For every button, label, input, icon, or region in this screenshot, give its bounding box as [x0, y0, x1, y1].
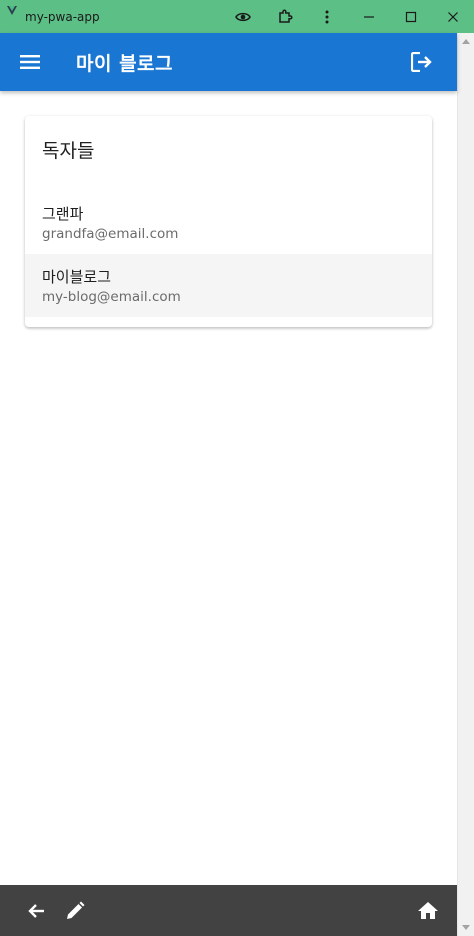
more-options-button[interactable]	[306, 0, 348, 33]
close-icon	[448, 11, 458, 22]
menu-button[interactable]	[0, 33, 60, 91]
arrow-back-icon	[28, 903, 44, 918]
puzzle-icon	[279, 9, 293, 23]
menu-icon	[20, 55, 40, 69]
list-item-my-blog[interactable]: 마이블로그 my-blog@email.com	[25, 254, 432, 317]
vue-logo-icon	[7, 5, 17, 15]
card-title: 독자들	[42, 140, 95, 162]
scroll-up-arrow-icon[interactable]	[462, 39, 470, 44]
home-icon	[418, 902, 438, 919]
bottom-bar	[0, 885, 457, 936]
logout-button[interactable]	[399, 33, 445, 91]
page-title: 마이 블로그	[76, 52, 174, 75]
window-controls	[222, 0, 474, 33]
eye-icon	[235, 12, 251, 21]
back-button[interactable]	[18, 885, 54, 936]
scroll-down-arrow-icon[interactable]	[462, 925, 470, 930]
app-bar: 마이 블로그	[0, 33, 457, 91]
minimize-icon	[364, 15, 374, 18]
extensions-button[interactable]	[264, 0, 306, 33]
window-title: my-pwa-app	[25, 9, 100, 24]
list-item-grandfa[interactable]: 그랜파 grandfa@email.com	[25, 191, 432, 254]
scrollbar[interactable]	[457, 33, 474, 936]
close-window-button[interactable]	[432, 0, 474, 33]
edit-button[interactable]	[57, 885, 93, 936]
maximize-button[interactable]	[390, 0, 432, 33]
reader-email: grandfa@email.com	[42, 226, 179, 242]
minimize-button[interactable]	[348, 0, 390, 33]
reader-name: 그랜파	[42, 205, 84, 223]
maximize-icon	[405, 11, 417, 22]
logout-icon	[411, 52, 432, 72]
reader-name: 마이블로그	[42, 268, 112, 286]
readers-card: 독자들 그랜파 grandfa@email.com 마이블로그 my-blog@…	[25, 116, 432, 327]
home-button[interactable]	[410, 885, 446, 936]
reader-email: my-blog@email.com	[42, 289, 181, 305]
window-titlebar: my-pwa-app	[0, 0, 474, 33]
more-vert-icon	[325, 10, 329, 23]
view-button[interactable]	[222, 0, 264, 33]
pencil-icon	[67, 901, 85, 919]
